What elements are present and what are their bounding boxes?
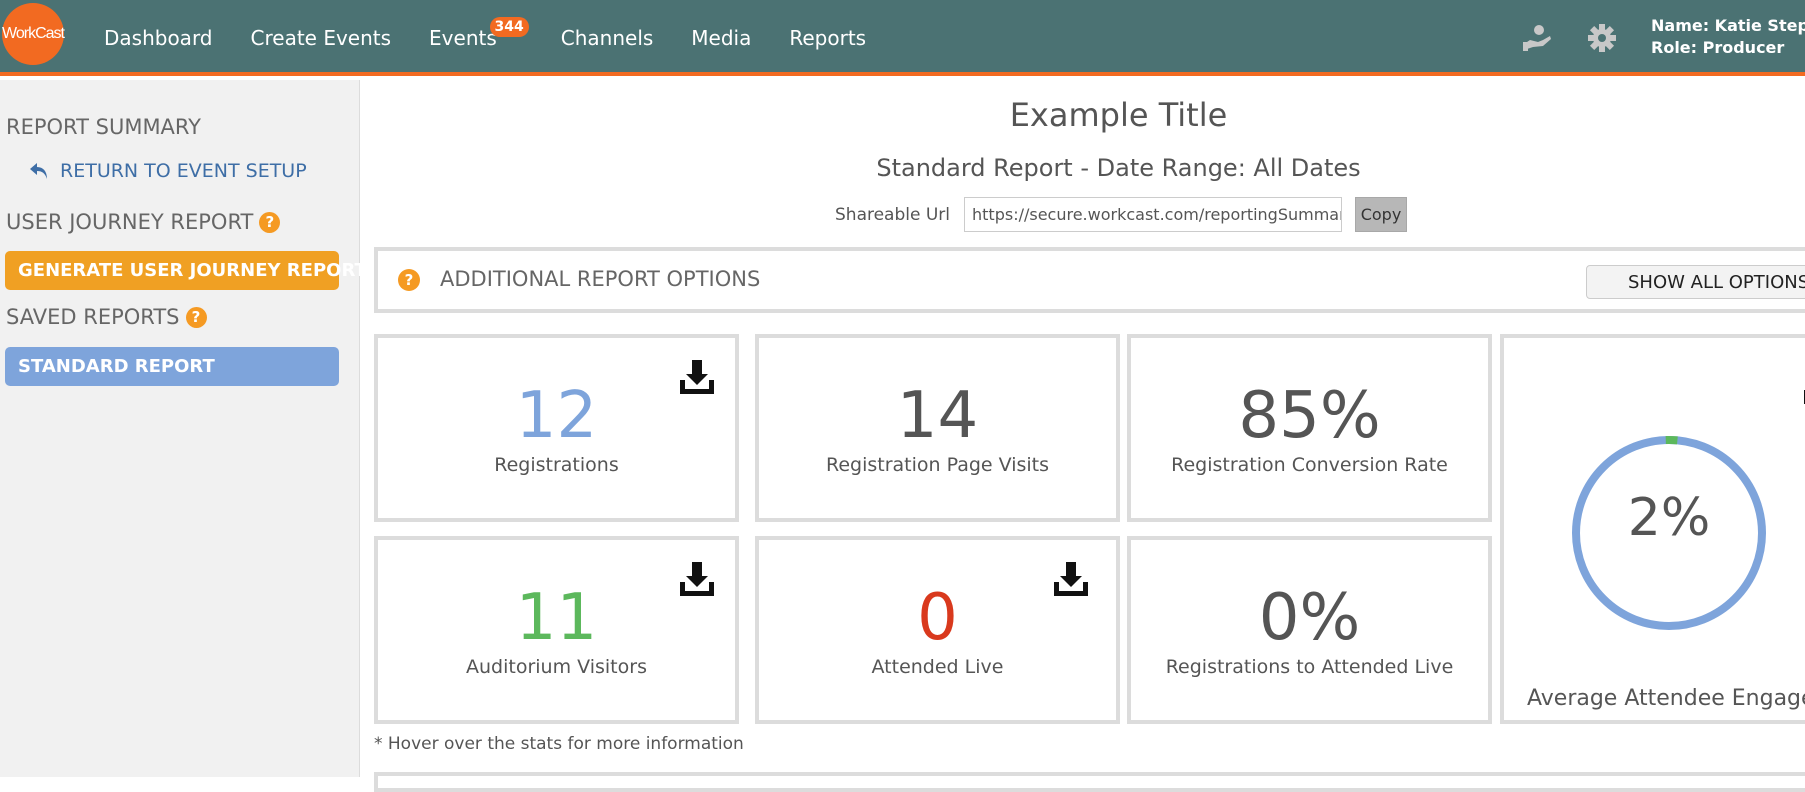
user-journey-heading: USER JOURNEY REPORT ? [6, 210, 281, 234]
report-summary-heading: REPORT SUMMARY [6, 115, 201, 139]
shareable-url-input[interactable]: https://secure.workcast.com/reportingSum… [964, 197, 1343, 232]
download-icon[interactable] [677, 358, 717, 396]
download-icon[interactable] [1051, 560, 1091, 598]
gear-icon[interactable] [1586, 22, 1618, 54]
nav-create-events[interactable]: Create Events [251, 26, 392, 50]
nav-reports[interactable]: Reports [789, 26, 866, 50]
show-all-options-button[interactable]: SHOW ALL OPTIONS [1586, 265, 1805, 299]
user-role: Role: Producer [1651, 38, 1785, 57]
hand-coin-icon[interactable] [1521, 22, 1553, 54]
heading-text: SAVED REPORTS [6, 305, 180, 329]
shareable-url-row: Shareable Url https://secure.workcast.co… [835, 197, 1408, 232]
events-count-badge: 344 [489, 17, 529, 37]
saved-reports-heading: SAVED REPORTS ? [6, 305, 207, 329]
stat-value: 85% [1238, 379, 1381, 453]
download-icon[interactable] [677, 560, 717, 598]
nav-events[interactable]: Events 344 [429, 17, 529, 50]
copy-url-button[interactable]: Copy [1355, 197, 1408, 232]
download-icon[interactable] [1801, 368, 1805, 406]
heading-text: USER JOURNEY REPORT [6, 210, 254, 234]
additional-report-options-bar: ? ADDITIONAL REPORT OPTIONS SHOW ALL OPT… [374, 247, 1805, 313]
nav-media[interactable]: Media [691, 26, 751, 50]
engagement-value: 2% [1627, 488, 1711, 548]
main-nav: Dashboard Create Events Events 344 Chann… [104, 0, 904, 76]
stat-card-attended-live[interactable]: 0 Attended Live [755, 536, 1120, 724]
shareable-url-label: Shareable Url [835, 204, 951, 225]
button-label: SHOW ALL OPTIONS [1628, 271, 1805, 293]
stat-label: Registrations to Attended Live [1165, 656, 1454, 678]
stat-card-registration-page-visits[interactable]: 14 Registration Page Visits [755, 334, 1120, 522]
nav-channels[interactable]: Channels [561, 26, 654, 50]
nav-dashboard[interactable]: Dashboard [104, 26, 213, 50]
shareable-url-value: https://secure.workcast.com/reportingSum… [972, 205, 1343, 224]
report-main: Example Title Standard Report - Date Ran… [361, 80, 1805, 792]
stat-label: Registrations [494, 454, 619, 476]
top-navbar: WorkCast Dashboard Create Events Events … [0, 0, 1805, 76]
user-name: Name: Katie Stepher [1651, 16, 1805, 35]
help-icon[interactable]: ? [398, 269, 420, 291]
stat-value: 0% [1258, 581, 1361, 655]
help-icon[interactable]: ? [185, 306, 207, 328]
stat-label: Registration Conversion Rate [1171, 454, 1448, 476]
engagement-label: Average Attendee Engagem [1527, 686, 1805, 711]
stat-value: 14 [896, 379, 979, 453]
workcast-logo[interactable]: WorkCast [2, 3, 65, 65]
average-attendee-engagement-card[interactable]: 2% Average Attendee Engagem [1500, 334, 1805, 724]
stat-card-registrations-to-attended-live[interactable]: 0% Registrations to Attended Live [1127, 536, 1492, 724]
stat-card-registrations[interactable]: 12 Registrations [374, 334, 739, 522]
button-label: Copy [1360, 205, 1402, 224]
return-link-text: RETURN TO EVENT SETUP [60, 160, 307, 182]
return-arrow-icon [30, 163, 47, 179]
stat-label: Auditorium Visitors [466, 656, 647, 678]
nav-label: Reports [789, 26, 867, 50]
stat-card-auditorium-visitors[interactable]: 11 Auditorium Visitors [374, 536, 739, 724]
page-title: Example Title [1009, 96, 1228, 134]
button-label: GENERATE USER JOURNEY REPORT [18, 260, 367, 281]
report-subtitle: Standard Report - Date Range: All Dates [876, 154, 1361, 182]
nav-label: Channels [560, 26, 654, 50]
stat-card-registration-conversion-rate[interactable]: 85% Registration Conversion Rate [1127, 334, 1492, 522]
hover-note: * Hover over the stats for more informat… [374, 734, 744, 754]
user-info: Name: Katie Stepher Role: Producer [1651, 15, 1805, 59]
options-title: ADDITIONAL REPORT OPTIONS [440, 267, 761, 291]
stat-label: Registration Page Visits [825, 454, 1050, 476]
nav-label: Create Events [250, 26, 392, 50]
nav-label: Media [691, 26, 752, 50]
next-section-box [374, 772, 1805, 792]
help-icon[interactable]: ? [259, 211, 281, 233]
standard-report-button[interactable]: STANDARD REPORT [5, 347, 339, 386]
return-to-event-setup-link[interactable]: RETURN TO EVENT SETUP [28, 160, 307, 182]
sidebar: REPORT SUMMARY RETURN TO EVENT SETUP USE… [0, 80, 367, 777]
generate-user-journey-report-button[interactable]: GENERATE USER JOURNEY REPORT [5, 251, 367, 290]
stat-label: Attended Live [871, 656, 1004, 678]
nav-label: Dashboard [104, 26, 213, 50]
nav-label: Events [429, 26, 497, 50]
button-label: STANDARD REPORT [18, 356, 215, 377]
heading-text: REPORT SUMMARY [6, 115, 201, 139]
